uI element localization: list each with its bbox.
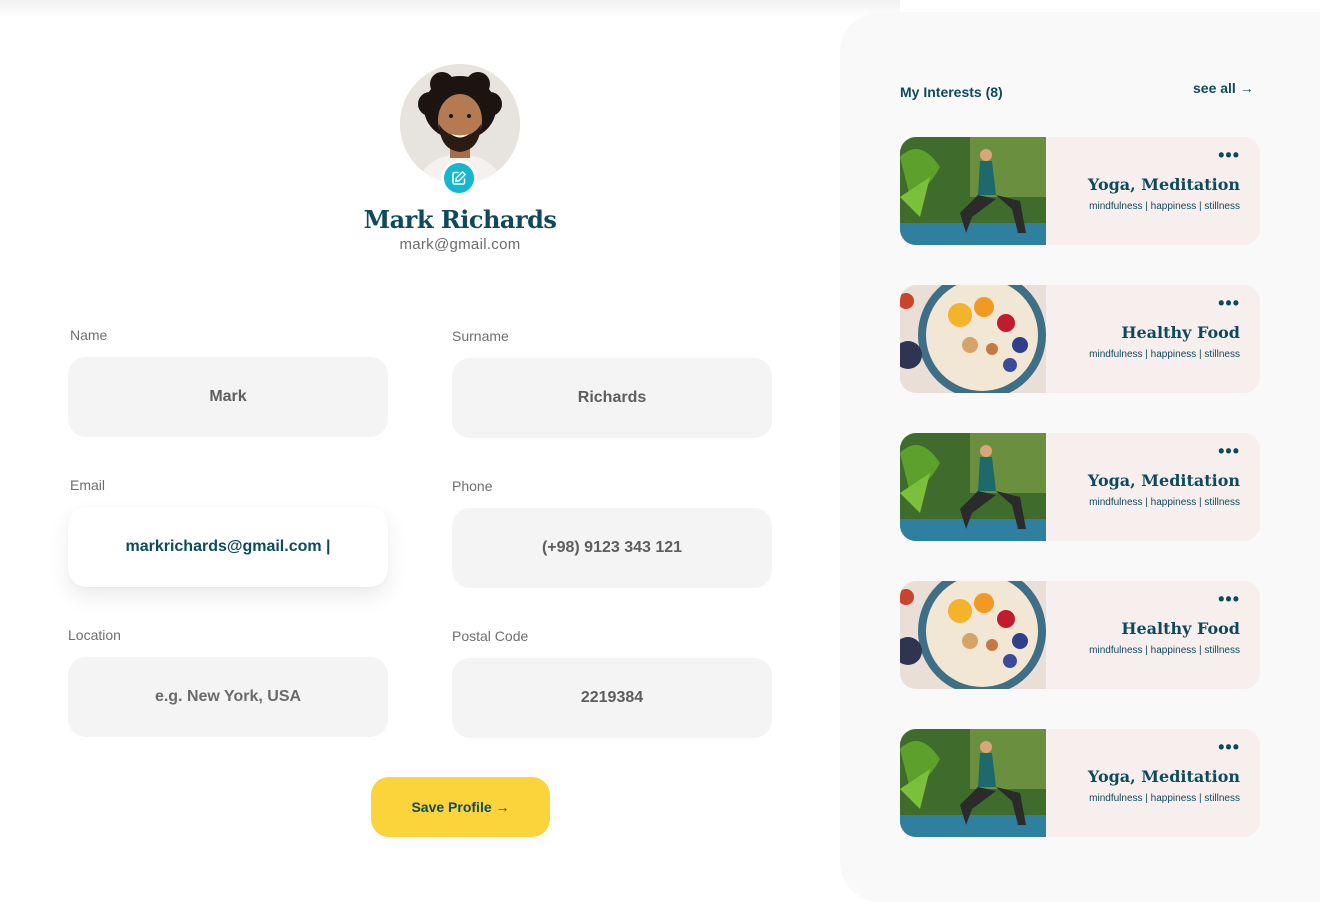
interest-title: Yoga, Meditation (1087, 767, 1240, 786)
postal-code-field[interactable]: 2219384 (452, 658, 772, 738)
name-label: Name (70, 327, 108, 343)
more-options-icon[interactable]: ••• (1218, 442, 1240, 460)
save-profile-button[interactable]: Save Profile → (371, 777, 550, 837)
interest-tags: mindfulness | happiness | stillness (1089, 645, 1240, 656)
interest-card[interactable]: ••• Yoga, Meditation mindfulness | happi… (900, 729, 1260, 837)
yoga-photo (900, 137, 1046, 245)
interest-card[interactable]: ••• Yoga, Meditation mindfulness | happi… (900, 137, 1260, 245)
profile-email: mark@gmail.com (399, 236, 521, 253)
interests-panel: My Interests (8) see all → ••• Yoga, Med… (840, 12, 1320, 902)
interest-title: Yoga, Meditation (1087, 175, 1240, 194)
profile-section: Mark Richards mark@gmail.com Name Mark S… (0, 0, 840, 902)
yoga-photo (900, 729, 1046, 837)
location-label: Location (68, 627, 121, 643)
more-options-icon[interactable]: ••• (1218, 590, 1240, 608)
food-bowl-photo (900, 285, 1046, 393)
interest-title: Healthy Food (1121, 323, 1240, 342)
more-options-icon[interactable]: ••• (1218, 294, 1240, 312)
phone-field[interactable]: (+98) 9123 343 121 (452, 508, 772, 588)
profile-name: Mark Richards (363, 205, 557, 234)
yoga-photo (900, 433, 1046, 541)
email-label: Email (70, 477, 106, 493)
interests-title: My Interests (8) (900, 84, 1003, 100)
name-field[interactable]: Mark (68, 357, 388, 437)
interest-title: Healthy Food (1121, 619, 1240, 638)
see-all-link[interactable]: see all → (1193, 80, 1254, 96)
interest-tags: mindfulness | happiness | stillness (1089, 497, 1240, 508)
pencil-edit-icon (452, 171, 466, 185)
interest-title: Yoga, Meditation (1087, 471, 1240, 490)
surname-field[interactable]: Richards (452, 358, 772, 438)
interest-tags: mindfulness | happiness | stillness (1089, 201, 1240, 212)
more-options-icon[interactable]: ••• (1218, 738, 1240, 756)
location-field[interactable]: e.g. New York, USA (68, 657, 388, 737)
more-options-icon[interactable]: ••• (1218, 146, 1240, 164)
interest-tags: mindfulness | happiness | stillness (1089, 793, 1240, 804)
interest-tags: mindfulness | happiness | stillness (1089, 349, 1240, 360)
interest-card[interactable]: ••• Healthy Food mindfulness | happiness… (900, 581, 1260, 689)
postal-code-label: Postal Code (452, 628, 529, 644)
food-bowl-photo (900, 581, 1046, 689)
phone-label: Phone (452, 478, 493, 494)
surname-label: Surname (452, 328, 509, 344)
edit-avatar-button[interactable] (441, 160, 477, 196)
interest-card[interactable]: ••• Healthy Food mindfulness | happiness… (900, 285, 1260, 393)
interest-card[interactable]: ••• Yoga, Meditation mindfulness | happi… (900, 433, 1260, 541)
email-field[interactable]: markrichards@gmail.com | (68, 507, 388, 587)
